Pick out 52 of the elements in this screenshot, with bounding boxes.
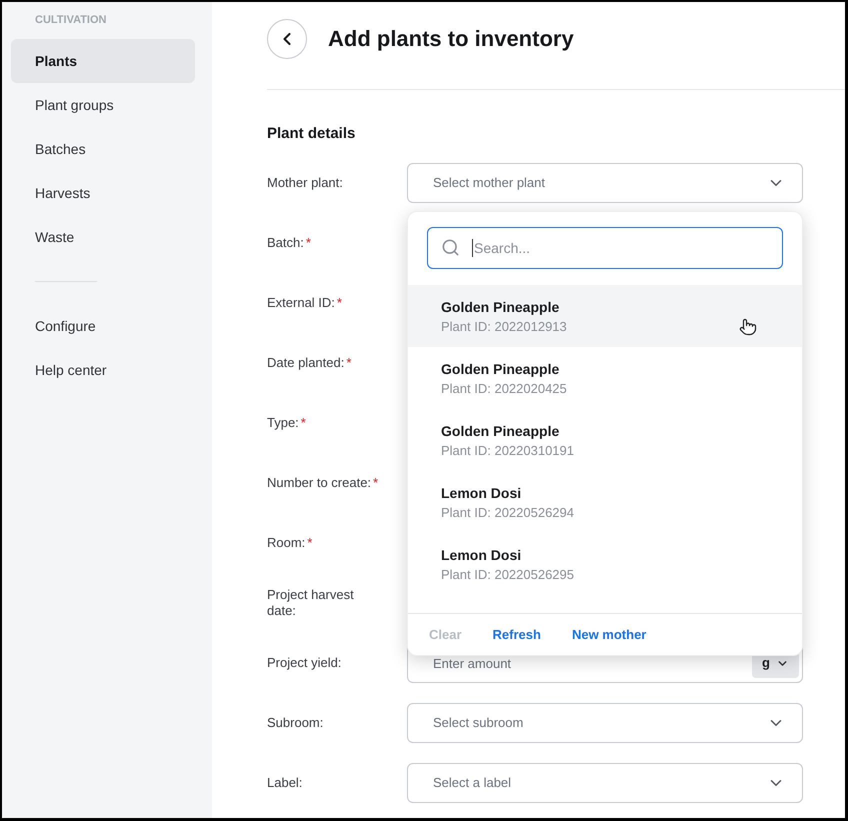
text-cursor-icon [472, 239, 473, 257]
plant-id: Plant ID: 20220526294 [441, 504, 574, 520]
plant-name: Lemon Dosi [441, 484, 522, 502]
required-asterisk: * [307, 535, 312, 551]
sidebar-nav-item[interactable]: Batches [11, 127, 195, 171]
select-field[interactable]: Select mother plant [407, 163, 803, 203]
search-icon [441, 238, 460, 257]
field-label: Project yield: [267, 655, 342, 671]
footer-action-link[interactable]: Refresh [492, 626, 541, 642]
field-label: Room: [267, 535, 306, 551]
option-row[interactable]: Golden Pineapple Plant ID: 2022012913 [408, 285, 802, 347]
sidebar-nav-item[interactable]: Waste [11, 215, 195, 259]
select-field[interactable]: Select subroom [407, 703, 803, 743]
hand-pointer-icon [739, 318, 757, 336]
sidebar-section-title: CULTIVATION [35, 13, 106, 27]
field-label: External ID: [267, 295, 335, 311]
field-label: Mother plant: [267, 175, 343, 191]
back-button[interactable] [267, 19, 307, 59]
field-label: Subroom: [267, 715, 324, 731]
sidebar-nav-item[interactable]: Configure [11, 304, 195, 348]
required-asterisk: * [346, 355, 352, 371]
plant-name: Lemon Dosi [441, 546, 522, 564]
field-label: Number to create: [267, 475, 372, 491]
field-label: Project harvest date: [267, 587, 355, 619]
plant-id: Plant ID: 20220310191 [441, 442, 574, 458]
required-asterisk: * [336, 295, 342, 311]
field-label: Date planted: [267, 355, 344, 371]
sidebar-nav-item[interactable]: Plants [11, 39, 195, 83]
required-asterisk: * [300, 415, 306, 431]
option-row[interactable]: Golden Pineapple Plant ID: 20220310191 [408, 409, 802, 471]
plant-id: Plant ID: 2022020425 [441, 380, 567, 396]
plant-name: Golden Pineapple [441, 360, 560, 378]
sidebar-nav-item[interactable]: Plant groups [11, 83, 195, 127]
required-asterisk: * [373, 475, 378, 491]
page-title: Add plants to inventory [328, 25, 574, 53]
search-field[interactable]: Search... [427, 227, 783, 269]
option-row[interactable]: Golden Pineapple Plant ID: 2022020425 [408, 347, 802, 409]
plant-id: Plant ID: 20220526295 [441, 566, 574, 582]
option-row[interactable]: Lemon Dosi Plant ID: 20220526295 [408, 533, 802, 595]
option-row[interactable]: Lemon Dosi Plant ID: 20220526294 [408, 471, 802, 533]
footer-action-link[interactable]: New mother [572, 626, 646, 642]
field-label: Type: [267, 415, 299, 431]
plant-name: Golden Pineapple [441, 298, 560, 316]
sidebar-nav-item[interactable]: Help center [11, 348, 195, 392]
section-heading: Plant details [267, 124, 356, 144]
plant-name: Golden Pineapple [441, 422, 560, 440]
plant-id: Plant ID: 2022012913 [441, 318, 567, 334]
select-field[interactable]: Select a label [407, 763, 803, 803]
required-asterisk: * [306, 235, 311, 251]
sidebar-nav-item[interactable]: Harvests [11, 171, 195, 215]
field-label: Label: [267, 775, 302, 791]
field-label: Batch: [267, 235, 304, 251]
